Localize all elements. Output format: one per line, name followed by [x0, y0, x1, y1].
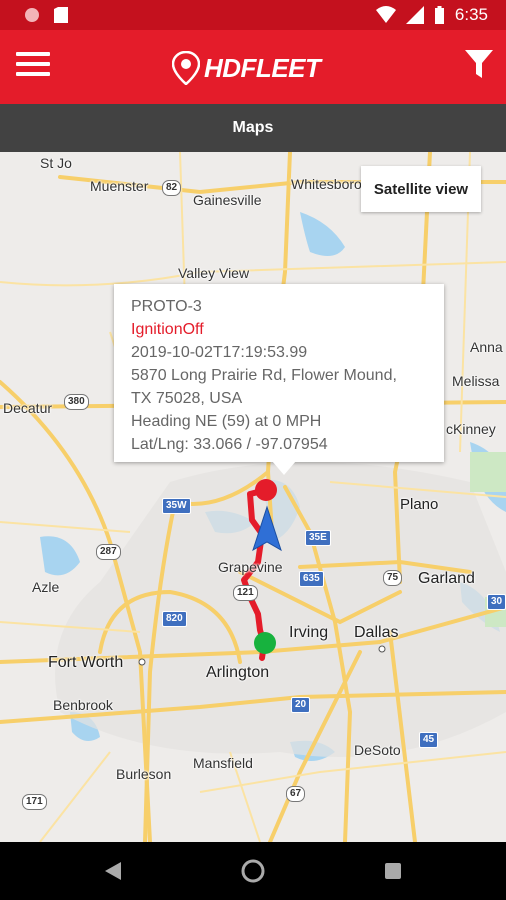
place-label: Muenster — [90, 178, 149, 194]
place-label: Whitesboro — [291, 176, 362, 192]
address-line-2: TX 75028, USA — [131, 390, 243, 407]
road — [39, 751, 111, 842]
status-bar: 6:35 — [0, 0, 506, 30]
road-shield: 171 — [22, 794, 47, 810]
recents-icon — [385, 863, 401, 879]
place-label: Decatur — [3, 400, 53, 416]
system-nav-bar — [0, 842, 506, 900]
road-shield: 30 — [487, 594, 506, 610]
page-title: Maps — [0, 104, 506, 152]
place-label: Anna — [470, 339, 503, 355]
road-shield: 380 — [64, 394, 89, 410]
back-icon — [105, 862, 121, 880]
road-shield: 35E — [305, 530, 331, 546]
place-label: Valley View — [178, 265, 250, 281]
place-label: Plano — [400, 496, 439, 513]
device-name: PROTO-3 — [131, 298, 202, 315]
end-marker — [255, 479, 277, 501]
location-pin-icon — [172, 51, 200, 85]
road-shield: 67 — [286, 786, 306, 802]
place-label: DeSoto — [354, 742, 401, 758]
home-button[interactable] — [238, 856, 268, 886]
filter-icon — [465, 50, 493, 78]
lake-eagle-mountain — [40, 536, 80, 576]
place-label: Burleson — [116, 766, 172, 782]
menu-icon-line — [16, 62, 50, 66]
road-shield: 635 — [299, 571, 324, 587]
place-label: Grapevine — [218, 559, 283, 575]
back-button[interactable] — [98, 856, 128, 886]
satellite-view-button[interactable]: Satellite view — [361, 166, 481, 212]
menu-icon-line — [16, 52, 50, 56]
road — [0, 521, 131, 533]
battery-icon — [434, 6, 444, 24]
road-shield: 287 — [96, 544, 121, 560]
app-bar: HDFLEET — [0, 30, 506, 104]
place-label: Fort Worth — [48, 654, 124, 671]
road-shield: 35W — [162, 498, 191, 514]
city-dot — [138, 658, 146, 666]
road — [0, 261, 506, 287]
record-icon — [25, 8, 39, 22]
map-view[interactable]: St Jo Muenster Whitesboro Gainesville Va… — [0, 152, 506, 842]
menu-button[interactable] — [16, 52, 50, 82]
road-shield: 820 — [162, 611, 187, 627]
home-icon — [241, 859, 265, 883]
timestamp: 2019-10-02T17:19:53.99 — [131, 344, 308, 361]
place-label: Gainesville — [193, 192, 262, 208]
road-shield: 82 — [162, 180, 182, 196]
start-marker — [254, 632, 276, 654]
app-logo: HDFLEET — [172, 50, 342, 86]
place-label: Mansfield — [193, 755, 253, 771]
place-label: Garland — [418, 570, 475, 587]
vehicle-info-popup[interactable]: PROTO-3 IgnitionOff 2019-10-02T17:19:53.… — [114, 284, 444, 462]
city-dot — [378, 645, 386, 653]
park — [470, 452, 506, 492]
place-label: Arlington — [206, 664, 270, 681]
road-shield: 45 — [419, 732, 439, 748]
logo-text: HDFLEET — [204, 52, 321, 83]
place-label: Azle — [32, 579, 60, 595]
road-shield: 75 — [383, 570, 403, 586]
heading: Heading NE (59) at 0 MPH — [131, 413, 322, 430]
clock: 6:35 — [454, 5, 488, 24]
place-label: cKinney — [446, 421, 496, 437]
ignition-status: IgnitionOff — [131, 321, 204, 338]
place-label: Benbrook — [53, 697, 113, 713]
road-shield: 20 — [291, 697, 311, 713]
place-label: St Jo — [40, 155, 72, 171]
lake-ray-roberts — [300, 212, 345, 256]
place-label: Melissa — [452, 373, 500, 389]
wifi-icon — [375, 6, 396, 23]
place-label: Irving — [289, 624, 329, 641]
lat-lng: Lat/Lng: 33.066 / -97.07954 — [131, 436, 328, 453]
menu-icon-line — [16, 72, 50, 76]
filter-button[interactable] — [464, 48, 494, 82]
popup-tail — [272, 461, 296, 475]
recents-button[interactable] — [378, 856, 408, 886]
sim-card-icon — [54, 7, 68, 23]
place-label: Dallas — [354, 624, 399, 641]
signal-icon — [405, 6, 424, 24]
address-line-1: 5870 Long Prairie Rd, Flower Mound, — [131, 367, 397, 384]
road-shield: 121 — [233, 585, 258, 601]
